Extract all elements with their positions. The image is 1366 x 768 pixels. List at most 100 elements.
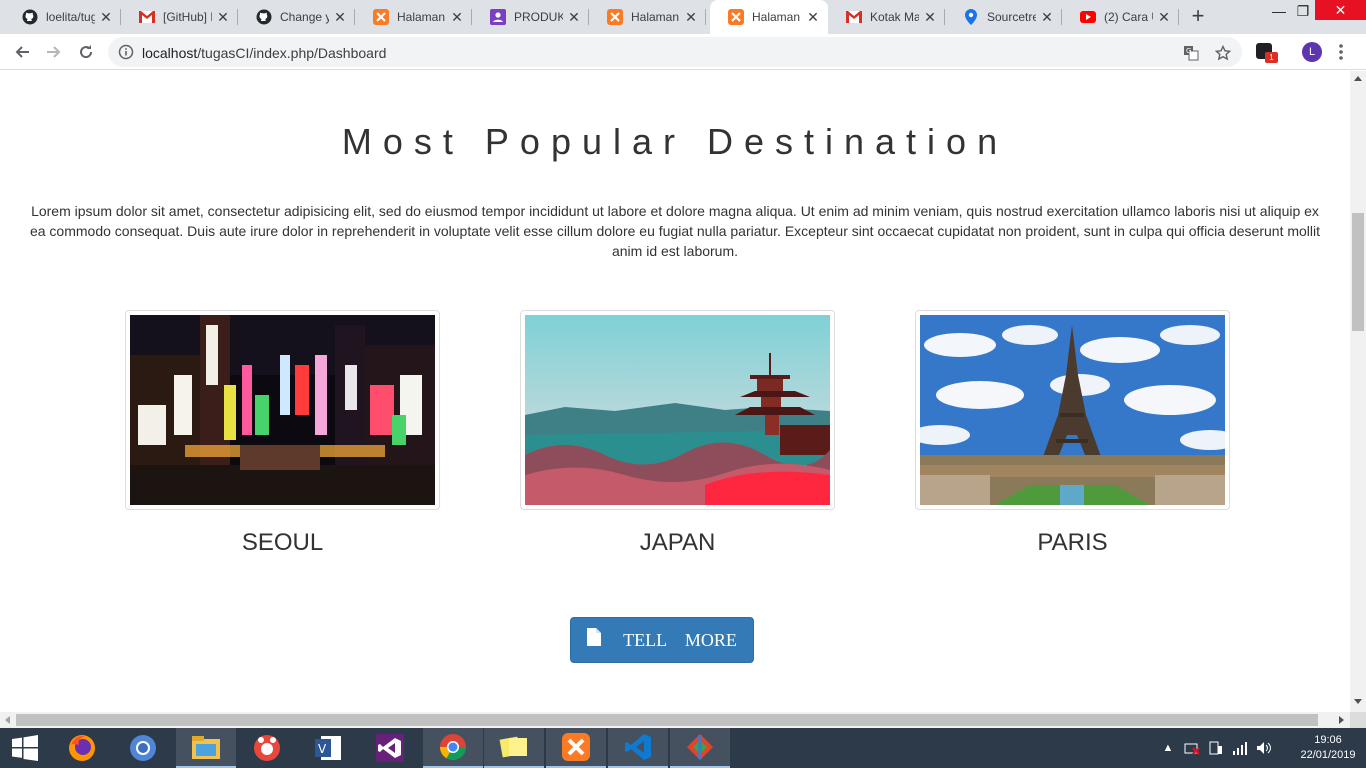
network-status-icon[interactable]: [1184, 740, 1200, 756]
tab-label: PRODUKT: [514, 10, 563, 24]
visual-studio-taskbar-icon[interactable]: [360, 728, 420, 768]
page-viewport: Most Popular Destination Lorem ipsum dol…: [0, 71, 1350, 712]
close-icon[interactable]: ✕: [99, 9, 113, 26]
vertical-scrollbar[interactable]: [1350, 71, 1366, 712]
windows-taskbar: V ▲ 19:06 22/01/2019: [0, 728, 1366, 768]
destination-card-paris: PARIS: [915, 310, 1230, 557]
sticky-notes-taskbar-icon[interactable]: [484, 728, 544, 768]
window-close-button[interactable]: ✕: [1315, 0, 1366, 20]
horizontal-scroll-thumb[interactable]: [16, 714, 1318, 726]
scroll-left-arrow[interactable]: [5, 716, 10, 724]
xampp-icon: [728, 9, 744, 25]
tab-github-loelita[interactable]: loelita/tug ✕: [4, 0, 121, 34]
translate-icon[interactable]: G: [1182, 44, 1200, 62]
bookmark-star-icon[interactable]: [1214, 44, 1232, 62]
github-icon: [22, 9, 38, 25]
git-gui-taskbar-icon[interactable]: [670, 728, 730, 768]
destination-name-japan: JAPAN: [639, 529, 716, 556]
tab-halaman-1[interactable]: Halaman ✕: [355, 0, 472, 34]
vscode-taskbar-icon[interactable]: [608, 728, 668, 768]
tab-youtube[interactable]: (2) Cara U ✕: [1062, 0, 1179, 34]
scroll-down-arrow[interactable]: [1354, 699, 1362, 704]
tab-label: Sourcetre: [987, 10, 1036, 24]
xampp-taskbar-icon[interactable]: [546, 728, 606, 768]
close-icon[interactable]: ✕: [567, 9, 581, 26]
tell-more-label: TELL MORE: [623, 629, 737, 650]
recorder-taskbar-icon[interactable]: [237, 728, 297, 768]
github-icon: [256, 9, 272, 25]
menu-icon[interactable]: [1336, 42, 1346, 62]
windows-logo-icon: [12, 735, 38, 761]
tab-label: (2) Cara U: [1104, 10, 1153, 24]
destination-name-seoul: SEOUL: [241, 529, 324, 556]
firefox-taskbar-icon[interactable]: [52, 728, 112, 768]
chrome-taskbar-icon[interactable]: [423, 728, 483, 768]
gmail-icon: [846, 9, 862, 25]
close-icon[interactable]: ✕: [1040, 9, 1054, 26]
new-tab-button[interactable]: +: [1186, 5, 1210, 29]
tab-label: Change y: [280, 10, 329, 24]
xampp-icon: [373, 9, 389, 25]
forward-arrow-icon: [47, 46, 61, 58]
tab-kotak-masuk[interactable]: Kotak Ma ✕: [828, 0, 945, 34]
taskbar-clock[interactable]: 19:06 22/01/2019: [1296, 733, 1360, 763]
start-button[interactable]: [0, 728, 50, 768]
avatar[interactable]: L: [1302, 42, 1322, 62]
intro-paragraph: Lorem ipsum dolor sit amet, consectetur …: [29, 203, 1321, 259]
close-icon[interactable]: ✕: [450, 9, 464, 26]
tab-sourcetree[interactable]: Sourcetre ✕: [945, 0, 1062, 34]
browser-toolbar: localhost/tugasCI/index.php/Dashboard G …: [0, 34, 1366, 70]
maps-pin-icon: [963, 9, 979, 25]
back-arrow-icon: [15, 46, 29, 58]
word-taskbar-icon[interactable]: V: [298, 728, 358, 768]
tab-halaman-2[interactable]: Halaman ✕: [589, 0, 706, 34]
tab-label: Halaman: [752, 10, 801, 24]
device-icon[interactable]: [1208, 740, 1224, 756]
back-button[interactable]: [10, 40, 34, 64]
destination-card-seoul: SEOUL: [125, 310, 440, 557]
tab-label: Halaman: [631, 10, 680, 24]
url-text[interactable]: localhost/tugasCI/index.php/Dashboard: [142, 45, 386, 61]
destination-image-seoul: [125, 310, 440, 510]
scroll-right-arrow[interactable]: [1339, 716, 1344, 724]
volume-icon[interactable]: [1256, 740, 1272, 756]
tab-label: Halaman: [397, 10, 446, 24]
xampp-icon: [607, 9, 623, 25]
vertical-scroll-thumb[interactable]: [1352, 213, 1364, 331]
address-bar[interactable]: localhost/tugasCI/index.php/Dashboard G: [108, 37, 1242, 67]
close-icon[interactable]: ✕: [684, 9, 698, 26]
tab-github-mail[interactable]: [GitHub] N ✕: [121, 0, 238, 34]
tab-strip: loelita/tug ✕ [GitHub] N ✕ Change y ✕ Ha…: [0, 0, 1366, 34]
clock-time: 19:06: [1314, 734, 1342, 746]
tab-label: [GitHub] N: [163, 10, 212, 24]
info-icon[interactable]: [118, 44, 134, 60]
tab-produkt[interactable]: PRODUKT ✕: [472, 0, 589, 34]
destination-image-paris: [915, 310, 1230, 510]
tell-more-button[interactable]: TELL MORE: [570, 617, 754, 663]
close-icon[interactable]: ✕: [923, 9, 937, 26]
url-path: /tugasCI/index.php/Dashboard: [197, 45, 387, 61]
page-title: Most Popular Destination: [341, 121, 1009, 162]
svg-text:G: G: [1186, 47, 1191, 55]
tab-github-change[interactable]: Change y ✕: [238, 0, 355, 34]
tab-label: loelita/tug: [46, 10, 95, 24]
gmail-icon: [139, 9, 155, 25]
reload-button[interactable]: [74, 40, 98, 64]
forward-button[interactable]: [42, 40, 66, 64]
show-hidden-icons-button[interactable]: ▲: [1160, 740, 1176, 756]
tab-halaman-active[interactable]: Halaman ✕: [710, 0, 828, 34]
scrollbar-corner: [1350, 712, 1366, 728]
youtube-icon: [1080, 9, 1096, 25]
tab-label: Kotak Ma: [870, 10, 919, 24]
chromium-taskbar-icon[interactable]: [113, 728, 173, 768]
horizontal-scrollbar[interactable]: [0, 712, 1350, 728]
destination-card-japan: JAPAN: [520, 310, 835, 557]
close-icon[interactable]: ✕: [806, 9, 820, 26]
signal-strength-icon[interactable]: [1232, 740, 1248, 756]
close-icon[interactable]: ✕: [1157, 9, 1171, 26]
scroll-up-arrow[interactable]: [1354, 76, 1362, 81]
svg-text:V: V: [318, 742, 327, 756]
close-icon[interactable]: ✕: [333, 9, 347, 26]
file-explorer-taskbar-icon[interactable]: [176, 728, 236, 768]
close-icon[interactable]: ✕: [216, 9, 230, 26]
